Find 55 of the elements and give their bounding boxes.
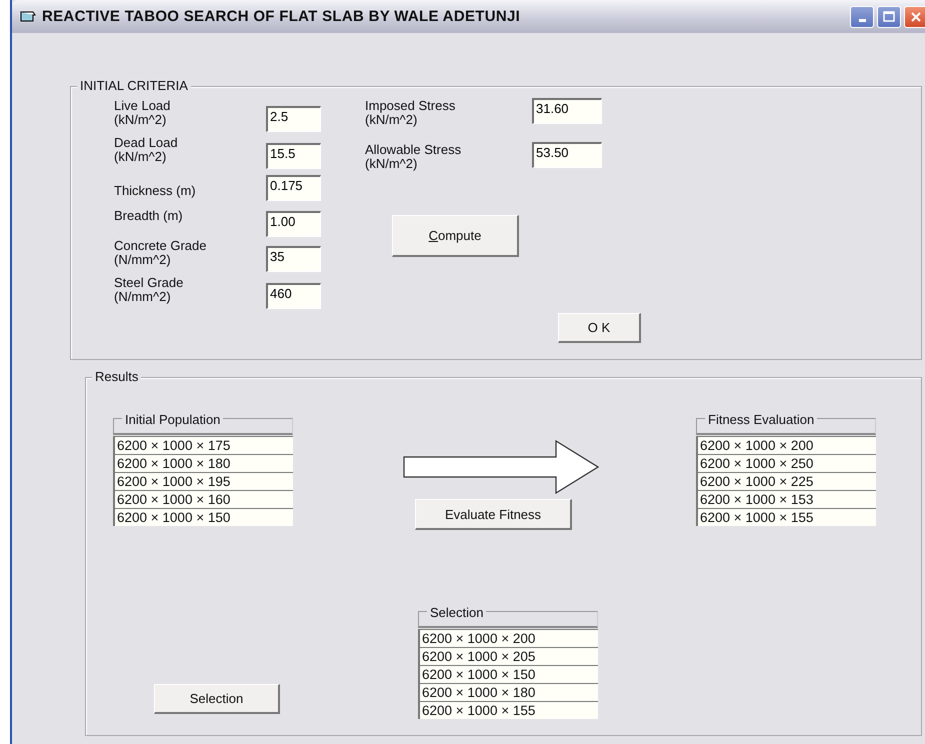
list-title: Selection [427, 605, 486, 620]
minimize-button[interactable] [850, 6, 874, 28]
field-label: Dead Load [114, 136, 178, 150]
frame-title: Results [92, 369, 142, 384]
list-item[interactable]: 6200 × 1000 × 205 [418, 647, 598, 665]
list-item[interactable]: 6200 × 1000 × 150 [113, 508, 293, 526]
list-title: Initial Population [122, 412, 224, 427]
maximize-button[interactable] [877, 6, 901, 28]
field-label: (N/mm^2) [114, 253, 171, 267]
input-field[interactable]: 0.175 [266, 175, 321, 201]
frame-title: INITIAL CRITERIA [77, 78, 191, 93]
list-item[interactable]: 6200 × 1000 × 153 [696, 490, 876, 508]
list-item[interactable]: 6200 × 1000 × 180 [113, 454, 293, 472]
list-item[interactable]: 6200 × 1000 × 155 [696, 508, 876, 526]
ok-button[interactable]: O K [558, 313, 641, 343]
list-item[interactable]: 6200 × 1000 × 160 [113, 490, 293, 508]
field-label: Thickness (m) [114, 184, 196, 198]
field-label: Steel Grade [114, 276, 184, 290]
field-label: Live Load [114, 99, 170, 113]
minimize-icon [858, 19, 866, 22]
list-item[interactable]: 6200 × 1000 × 250 [696, 454, 876, 472]
arrow-icon [403, 440, 599, 494]
list-title: Fitness Evaluation [705, 412, 818, 427]
field-label: (N/mm^2) [114, 290, 171, 304]
list-item[interactable]: 6200 × 1000 × 175 [113, 436, 293, 454]
input-field[interactable]: 35 [266, 246, 321, 272]
field-label: Concrete Grade [114, 239, 206, 253]
close-button[interactable] [904, 6, 925, 28]
input-field[interactable]: 31.60 [532, 98, 602, 124]
field-label: (kN/m^2) [365, 113, 418, 127]
window-title: REACTIVE TABOO SEARCH OF FLAT SLAB BY WALE ADETUNJI [42, 8, 522, 25]
input-field[interactable]: 2.5 [266, 106, 321, 132]
list-item[interactable]: 6200 × 1000 × 225 [696, 472, 876, 490]
field-label: Breadth (m) [114, 209, 183, 223]
list-item[interactable]: 6200 × 1000 × 200 [696, 436, 876, 454]
input-field[interactable]: 1.00 [266, 211, 321, 237]
list-item[interactable]: 6200 × 1000 × 180 [418, 683, 598, 701]
field-label: (kN/m^2) [365, 157, 418, 171]
window-icon [20, 10, 36, 22]
input-field[interactable]: 15.5 [266, 143, 321, 169]
field-label: Allowable Stress [365, 143, 462, 157]
list-item[interactable]: 6200 × 1000 × 195 [113, 472, 293, 490]
list-item[interactable]: 6200 × 1000 × 200 [418, 629, 598, 647]
compute-button[interactable]: Compute [392, 215, 519, 257]
input-field[interactable]: 53.50 [532, 142, 602, 168]
list-item[interactable]: 6200 × 1000 × 150 [418, 665, 598, 683]
field-label: (kN/m^2) [114, 113, 166, 127]
maximize-icon [883, 10, 895, 22]
evaluate-fitness-button[interactable]: Evaluate Fitness [415, 499, 572, 530]
field-label: Imposed Stress [365, 99, 456, 113]
close-icon [910, 10, 922, 22]
field-label: (kN/m^2) [114, 150, 166, 164]
list-item[interactable]: 6200 × 1000 × 155 [418, 701, 598, 719]
input-field[interactable]: 460 [266, 283, 321, 309]
selection-button[interactable]: Selection [154, 684, 280, 714]
